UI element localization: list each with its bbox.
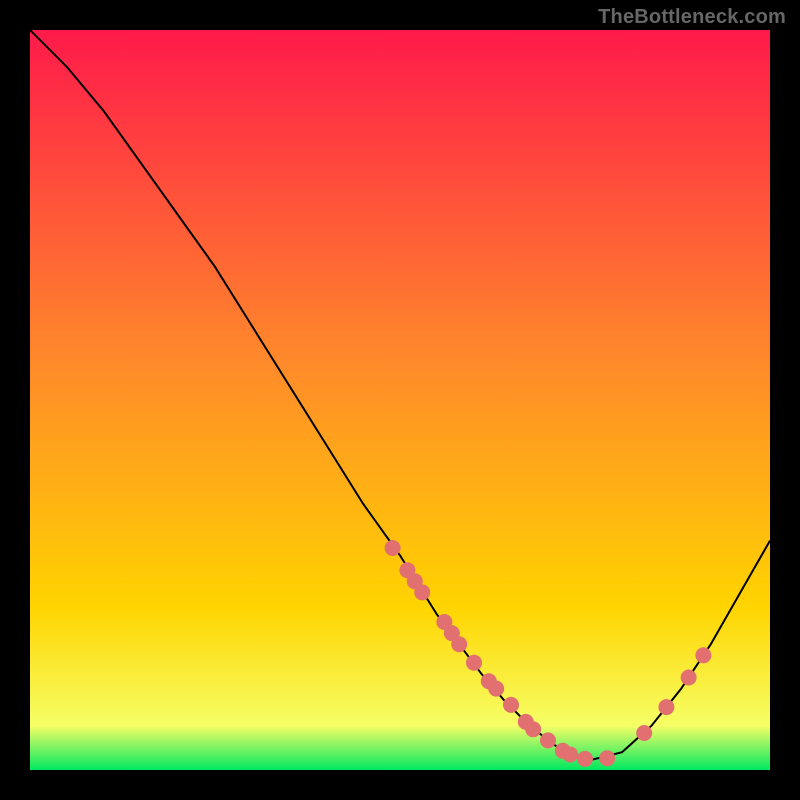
data-point xyxy=(577,751,593,767)
data-point xyxy=(488,681,504,697)
data-point xyxy=(636,725,652,741)
data-point xyxy=(525,721,541,737)
data-point xyxy=(540,732,556,748)
chart-svg xyxy=(30,30,770,770)
gradient-background xyxy=(30,30,770,770)
data-point xyxy=(414,584,430,600)
data-point xyxy=(451,636,467,652)
data-point xyxy=(599,750,615,766)
chart-frame: TheBottleneck.com xyxy=(0,0,800,800)
data-point xyxy=(466,655,482,671)
data-point xyxy=(503,697,519,713)
data-point xyxy=(681,670,697,686)
data-point xyxy=(385,540,401,556)
data-point xyxy=(658,699,674,715)
data-point xyxy=(562,747,578,763)
plot-area xyxy=(30,30,770,770)
data-point xyxy=(695,647,711,663)
watermark-text: TheBottleneck.com xyxy=(598,6,786,29)
